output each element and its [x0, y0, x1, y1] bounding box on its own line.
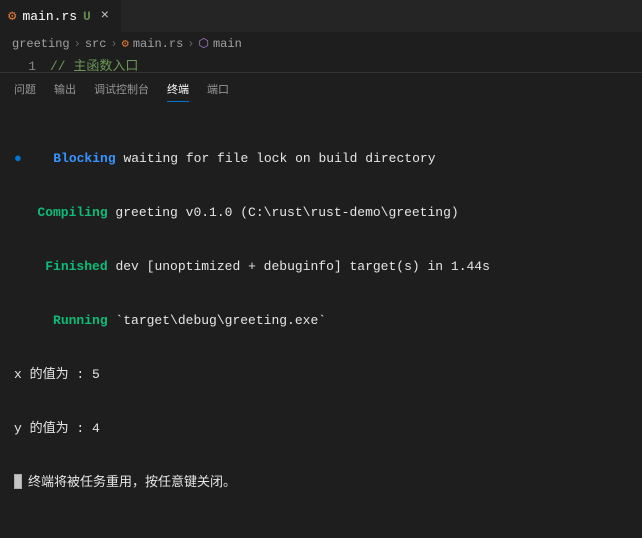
terminal-line: x 的值为 : 5 — [14, 366, 100, 384]
breadcrumb-file[interactable]: main.rs — [133, 37, 183, 51]
tab-main-rs[interactable]: ⚙ main.rs U × — [0, 0, 122, 32]
panel-tab-bar: 问题 输出 调试控制台 终端 端口 — [0, 73, 642, 108]
terminal-cursor — [14, 474, 22, 489]
chevron-right-icon: › — [187, 37, 194, 51]
line-number-gutter: 1 2 3 4 5 6 7 8 9 10 11 12 13 — [0, 57, 50, 72]
tab-problems[interactable]: 问题 — [14, 81, 36, 102]
tab-output[interactable]: 输出 — [54, 81, 76, 102]
code-comment: // 主函数入口 — [50, 59, 138, 72]
tab-terminal[interactable]: 终端 — [167, 81, 189, 102]
terminal-line: 终端将被任务重用，按任意键关闭。 — [28, 474, 236, 492]
close-icon[interactable]: × — [97, 8, 113, 24]
tab-ports[interactable]: 端口 — [207, 81, 229, 102]
rust-file-icon: ⚙ — [8, 8, 16, 25]
breadcrumb-symbol[interactable]: main — [213, 37, 242, 51]
terminal-output[interactable]: ● Blocking waiting for file lock on buil… — [0, 108, 642, 538]
tab-label: main.rs — [22, 9, 77, 24]
chevron-right-icon: › — [110, 37, 117, 51]
terminal-line: y 的值为 : 4 — [14, 420, 100, 438]
symbol-function-icon: ⬡ — [198, 36, 208, 51]
rust-file-icon: ⚙ — [122, 36, 129, 51]
tab-dirty-indicator: U — [83, 9, 91, 24]
task-status-dot: ● — [14, 150, 22, 168]
tab-bar: ⚙ main.rs U × — [0, 0, 642, 32]
chevron-right-icon: › — [74, 37, 81, 51]
code-editor[interactable]: 1 2 3 4 5 6 7 8 9 10 11 12 13 // 主函数入口 ▶… — [0, 55, 642, 72]
code-content[interactable]: // 主函数入口 ▶ Run | Debug fn main() { let x… — [50, 57, 642, 72]
bottom-panel: 问题 输出 调试控制台 终端 端口 ● Blocking waiting for… — [0, 72, 642, 538]
breadcrumb-src[interactable]: src — [85, 37, 107, 51]
tab-debug-console[interactable]: 调试控制台 — [94, 81, 149, 102]
breadcrumb[interactable]: greeting › src › ⚙ main.rs › ⬡ main — [0, 32, 642, 55]
breadcrumb-greeting[interactable]: greeting — [12, 37, 70, 51]
